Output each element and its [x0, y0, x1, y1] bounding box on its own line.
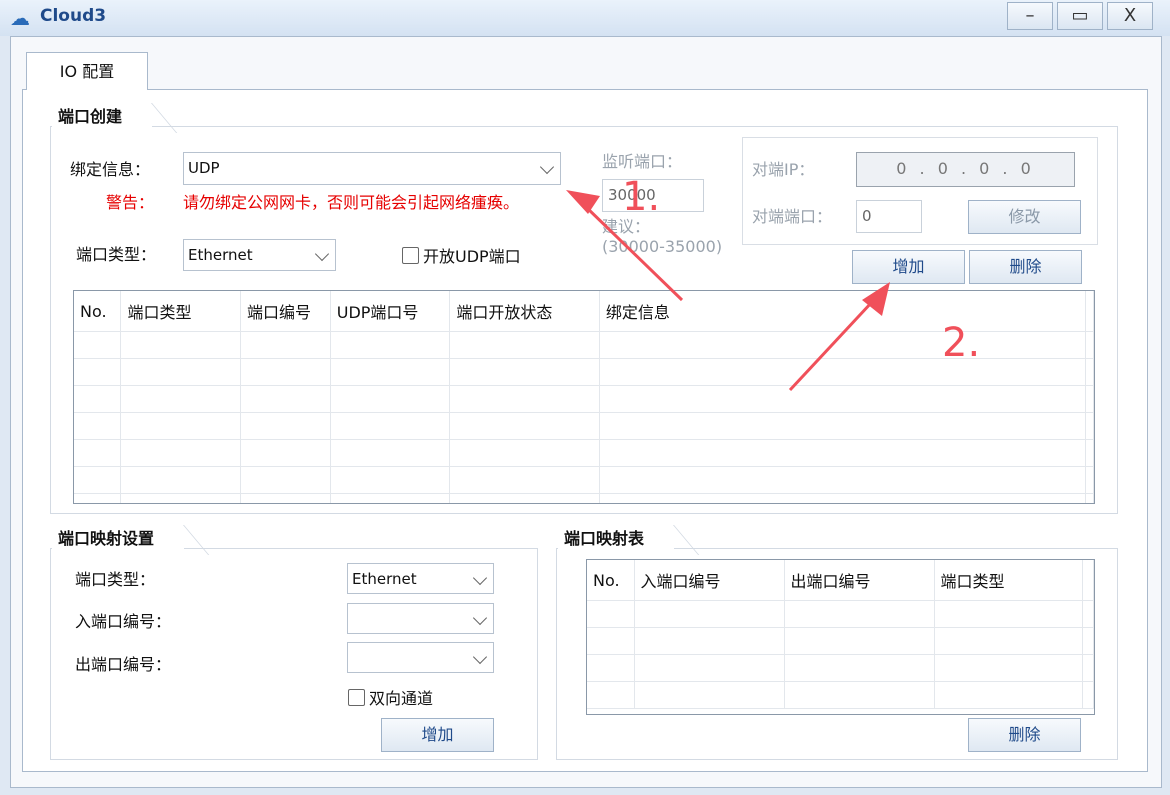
annotation-step-2: 2.	[942, 320, 981, 366]
annotation-overlay	[566, 190, 890, 392]
annotation-step-1: 1.	[622, 174, 661, 220]
arrow-2-icon	[788, 282, 890, 392]
